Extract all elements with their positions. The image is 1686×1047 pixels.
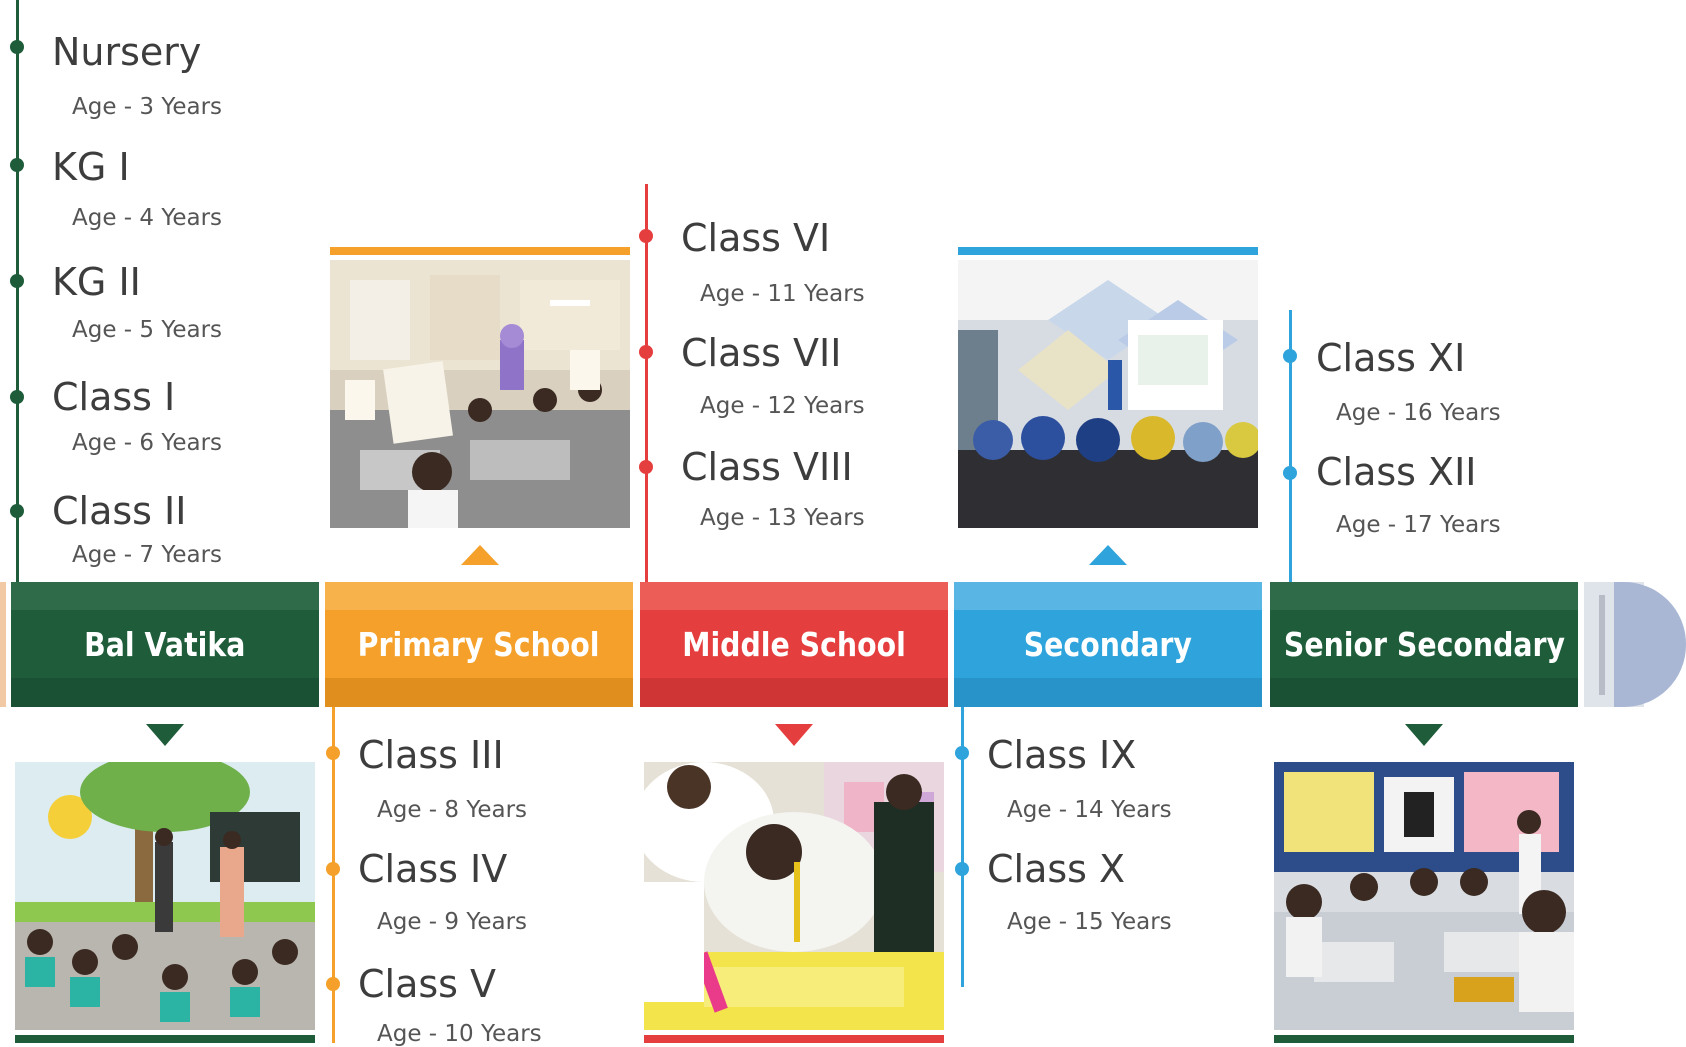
classroom-photo-icon	[330, 260, 630, 528]
middle-school-photo-accent-bar	[644, 1035, 944, 1043]
timeline-dot	[639, 460, 653, 474]
middle-school-pointer-down-icon	[775, 724, 813, 746]
class-age: Age - 14 Years	[1007, 797, 1172, 823]
stage-label: Middle School	[682, 624, 906, 664]
classroom-photo-icon	[958, 260, 1258, 528]
class-age: Age - 6 Years	[72, 430, 223, 456]
timeline-dot	[10, 390, 24, 404]
class-age: Age - 12 Years	[700, 393, 865, 419]
class-name: Nursery	[52, 30, 202, 74]
stage-label: Senior Secondary	[1283, 624, 1565, 664]
timeline-dot	[10, 274, 24, 288]
class-age: Age - 7 Years	[72, 542, 223, 568]
primary-school-photo	[330, 260, 630, 528]
class-name: Class XI	[1316, 336, 1466, 380]
classroom-photo-icon	[1274, 762, 1574, 1030]
class-name: Class VIII	[681, 445, 853, 489]
timeline-dot	[10, 40, 24, 54]
classroom-photo-icon	[644, 762, 944, 1030]
stage-senior-secondary: Senior Secondary	[1270, 582, 1578, 707]
class-age: Age - 15 Years	[1007, 909, 1172, 935]
class-age: Age - 10 Years	[377, 1021, 542, 1047]
class-age: Age - 13 Years	[700, 505, 865, 531]
secondary-pointer-up-icon	[1089, 545, 1127, 565]
timeline-dot	[326, 746, 340, 760]
class-name: Class XII	[1316, 450, 1477, 494]
class-name: KG II	[52, 260, 141, 304]
timeline-dot	[955, 862, 969, 876]
class-name: Class VII	[681, 331, 842, 375]
bal-vatika-timeline-line	[16, 0, 19, 585]
secondary-photo	[958, 260, 1258, 528]
class-age: Age - 9 Years	[377, 909, 528, 935]
classroom-photo-icon	[15, 762, 315, 1030]
class-name: Class I	[52, 375, 176, 419]
class-age: Age - 3 Years	[72, 94, 223, 120]
timeline-dot	[955, 746, 969, 760]
stage-middle-school: Middle School	[640, 582, 948, 707]
timeline-dot	[639, 345, 653, 359]
class-name: Class II	[52, 489, 187, 533]
middle-school-photo	[644, 762, 944, 1030]
middle-school-timeline-line	[645, 184, 648, 585]
left-edge-cap	[0, 582, 6, 707]
stage-label: Primary School	[358, 624, 600, 664]
stage-label: Secondary	[1023, 624, 1193, 664]
class-name: KG I	[52, 145, 130, 189]
class-age: Age - 8 Years	[377, 797, 528, 823]
class-age: Age - 17 Years	[1336, 512, 1501, 538]
timeline-dot	[10, 158, 24, 172]
class-name: Class VI	[681, 216, 831, 260]
class-name: Class V	[358, 962, 497, 1006]
timeline-dot	[326, 862, 340, 876]
class-age: Age - 16 Years	[1336, 400, 1501, 426]
senior-secondary-photo	[1274, 762, 1574, 1030]
bal-vatika-photo	[15, 762, 315, 1030]
bal-vatika-pointer-down-icon	[146, 724, 184, 746]
timeline-dot	[1283, 466, 1297, 480]
class-name: Class IX	[987, 733, 1137, 777]
band-end-cap-arc	[1614, 582, 1686, 707]
timeline-dot	[10, 504, 24, 518]
senior-secondary-pointer-down-icon	[1405, 724, 1443, 746]
band-end-cap-bar	[1599, 595, 1605, 695]
timeline-dot	[639, 229, 653, 243]
class-name: Class IV	[358, 847, 508, 891]
primary-photo-accent-bar	[330, 247, 630, 255]
bal-vatika-photo-accent-bar	[15, 1035, 315, 1043]
class-name: Class III	[358, 733, 504, 777]
senior-secondary-photo-accent-bar	[1274, 1035, 1574, 1043]
timeline-dot	[326, 977, 340, 991]
stage-bal-vatika: Bal Vatika	[11, 582, 319, 707]
stage-primary-school: Primary School	[325, 582, 633, 707]
secondary-photo-accent-bar	[958, 247, 1258, 255]
primary-pointer-up-icon	[461, 545, 499, 565]
class-age: Age - 11 Years	[700, 281, 865, 307]
stage-secondary: Secondary	[954, 582, 1262, 707]
class-age: Age - 4 Years	[72, 205, 223, 231]
timeline-dot	[1283, 349, 1297, 363]
class-name: Class X	[987, 847, 1126, 891]
class-age: Age - 5 Years	[72, 317, 223, 343]
stage-label: Bal Vatika	[84, 624, 246, 664]
